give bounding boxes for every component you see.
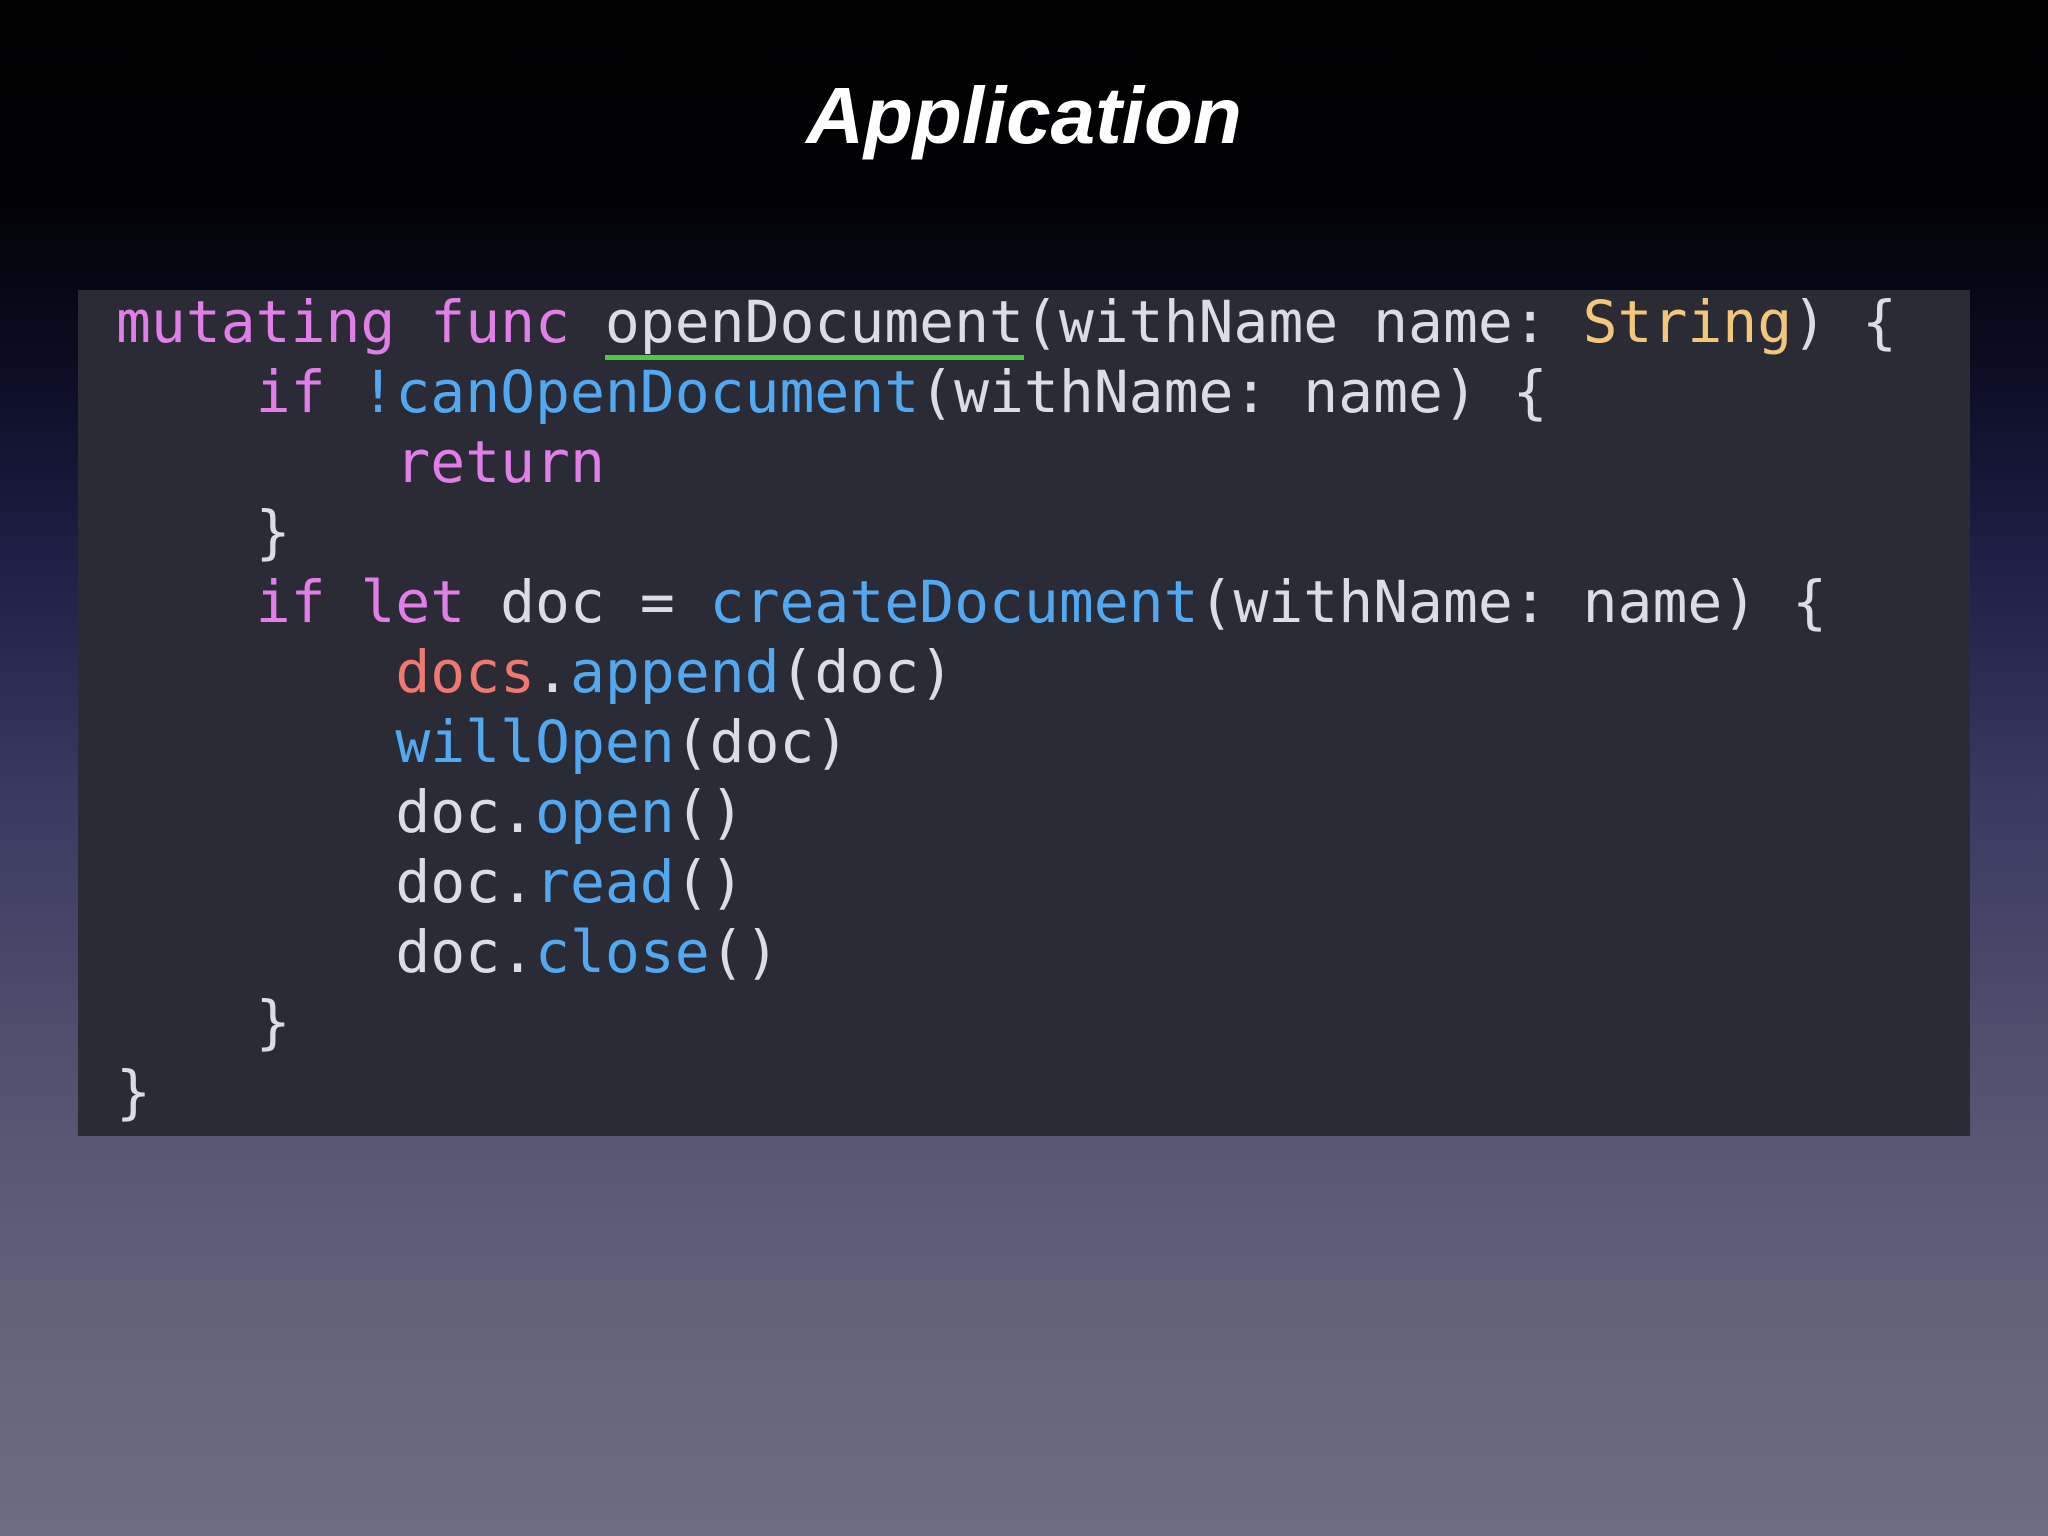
function-name-opendocument: openDocument xyxy=(604,288,1024,356)
code-close-brace: } xyxy=(116,498,291,566)
keyword-func: func xyxy=(430,288,570,356)
code-line-8: doc.open() xyxy=(116,778,745,846)
code-line-3: return xyxy=(116,430,605,494)
keyword-mutating: mutating xyxy=(116,288,396,356)
code-open-brace: ) { xyxy=(1792,288,1897,356)
keyword-return: return xyxy=(395,428,605,496)
keyword-let: let xyxy=(360,568,466,636)
function-close: close xyxy=(535,918,710,986)
code-args: (doc) xyxy=(674,708,850,776)
code-line-4: } xyxy=(116,500,291,564)
keyword-if: if xyxy=(255,358,326,426)
slide-title: Application xyxy=(806,71,1242,160)
code-args: (doc) xyxy=(779,638,955,706)
code-object-doc: doc. xyxy=(395,918,536,986)
code-object-doc: doc. xyxy=(395,848,536,916)
code-line-2: if !canOpenDocument(withName: name) { xyxy=(116,360,1548,424)
code-line-6: docs.append(doc) xyxy=(116,640,954,704)
function-name-opendocument-wrapper: openDocument xyxy=(604,288,1024,360)
code-assignment: doc = xyxy=(465,568,710,636)
code-line-9: doc.read() xyxy=(116,848,745,916)
code-line-12: } xyxy=(116,1060,151,1124)
code-params: (withName name: xyxy=(1023,288,1583,356)
code-args: (withName: name) { xyxy=(919,358,1548,426)
code-close-brace: } xyxy=(116,1058,151,1126)
function-read: read xyxy=(535,848,675,916)
code-dot: . xyxy=(535,638,570,706)
function-createdocument: createDocument xyxy=(709,568,1199,636)
function-willopen: willOpen xyxy=(395,708,675,776)
type-string: String xyxy=(1582,288,1793,356)
code-args: () xyxy=(674,778,745,846)
function-append: append xyxy=(569,638,780,706)
variable-docs: docs xyxy=(395,638,536,706)
function-canopendocument: !canOpenDocument xyxy=(360,358,920,426)
code-object-doc: doc. xyxy=(395,778,536,846)
code-close-brace: } xyxy=(116,988,291,1056)
code-line-10: doc.close() xyxy=(116,918,780,986)
code-args: (withName: name) { xyxy=(1198,568,1828,636)
code-line-1: mutating func openDocument (withName name… xyxy=(116,288,1897,360)
keyword-if: if xyxy=(255,568,326,636)
code-line-7: willOpen(doc) xyxy=(116,710,849,774)
code-args: () xyxy=(674,848,745,916)
function-open: open xyxy=(535,778,675,846)
code-line-11: } xyxy=(116,990,291,1054)
code-line-5: if let doc = createDocument(withName: na… xyxy=(116,570,1827,634)
code-args: () xyxy=(709,918,780,986)
code-panel: mutating func openDocument (withName name… xyxy=(78,290,1970,1136)
